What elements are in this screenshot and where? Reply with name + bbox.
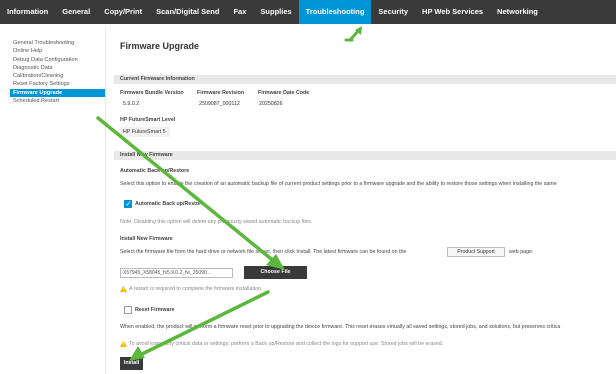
choose-file-button[interactable]: Choose File — [244, 266, 307, 279]
reset-firmware-description: When enabled, the product will perform a… — [120, 324, 561, 330]
reset-firmware-checkbox[interactable] — [124, 306, 132, 314]
restart-note: A restart is required to complete the fi… — [129, 286, 263, 292]
firmware-date-value: 20250826 — [259, 101, 283, 107]
bundle-version-label: Firmware Bundle Version — [120, 90, 184, 96]
tab-general[interactable]: General — [55, 0, 97, 24]
sidebar-item-firmware-upgrade[interactable]: Firmware Upgrade — [10, 88, 106, 98]
install-button[interactable]: Install — [120, 357, 143, 370]
auto-backup-checkbox-label[interactable]: Automatic Back up/Restore — [135, 201, 204, 207]
install-firmware-description: Select the firmware file from the hard d… — [120, 249, 407, 255]
sidebar-item-general-troubleshooting[interactable]: General Troubleshooting — [10, 39, 106, 47]
auto-backup-note: Note: Disabling this option will delete … — [120, 219, 313, 225]
firmware-date-label: Firmware Date Code — [258, 90, 310, 96]
warning-icon — [120, 286, 127, 292]
main-content: Firmware Upgrade Current Firmware Inform… — [114, 0, 616, 374]
page-title: Firmware Upgrade — [120, 41, 200, 51]
section-install-new-firmware: Install New Firmware — [114, 151, 616, 160]
firmware-file-field[interactable]: X57945_X58045_fs5.9.0.2_fw_25090... — [120, 268, 233, 278]
sidebar-item-online-help[interactable]: Online Help — [10, 47, 106, 55]
firmware-revision-value: 2509087_000112 — [199, 101, 240, 107]
reset-warning-icon — [120, 341, 127, 347]
firmware-revision-label: Firmware Revision — [197, 90, 245, 96]
auto-backup-heading: Automatic Back up/Restore — [120, 168, 190, 174]
sidebar-item-scheduled-restart[interactable]: Scheduled Restart — [10, 97, 106, 105]
auto-backup-description: Select this option to enable the creatio… — [120, 181, 557, 187]
reset-warning-note: To avoid losing any critical data or set… — [129, 341, 444, 347]
sidebar-divider — [105, 28, 106, 374]
reset-firmware-label[interactable]: Reset Firmware — [135, 307, 174, 313]
sidebar-item-calibration-cleaning[interactable]: Calibration/Cleaning — [10, 72, 106, 80]
section-current-firmware: Current Firmware Information — [114, 75, 616, 84]
sidebar-item-diagnostic-data[interactable]: Diagnostic Data — [10, 64, 106, 72]
sidebar: General Troubleshooting Online Help Debu… — [10, 39, 106, 105]
auto-backup-checkbox[interactable] — [124, 199, 132, 208]
futuresmart-level-value: HP FutureSmart 5 — [120, 127, 170, 137]
sidebar-item-debug-data-configuration[interactable]: Debug Data Configuration — [10, 56, 106, 64]
install-firmware-description-end: web page. — [509, 249, 534, 255]
sidebar-item-reset-factory-settings[interactable]: Reset Factory Settings — [10, 80, 106, 88]
tab-information[interactable]: Information — [0, 0, 55, 24]
install-firmware-heading: Install New Firmware — [120, 236, 173, 242]
product-support-button[interactable]: Product Support — [447, 247, 505, 257]
bundle-version-value: 5.9.0.2 — [123, 101, 140, 107]
futuresmart-level-label: HP FutureSmart Level — [120, 117, 176, 123]
